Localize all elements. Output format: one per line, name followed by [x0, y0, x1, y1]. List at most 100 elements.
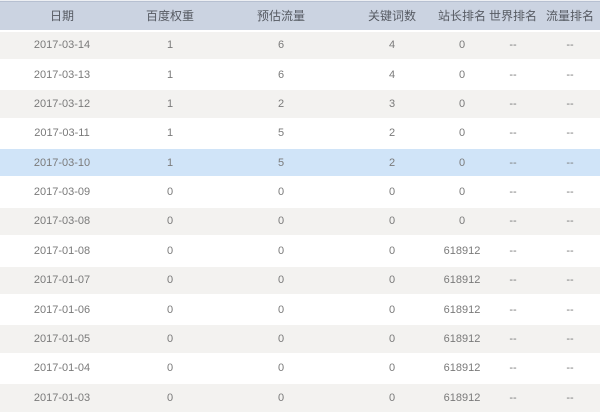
column-header-baidu-weight: 百度权重: [124, 1, 216, 31]
table-cell-date: 2017-03-09: [0, 177, 124, 206]
table-cell-world-rank: --: [486, 177, 540, 206]
table-cell-keyword-count: 2: [346, 119, 438, 148]
column-header-date: 日期: [0, 1, 124, 31]
table-cell-zhanzhang-rank: 0: [438, 89, 486, 118]
table-cell-world-rank: --: [486, 383, 540, 412]
table-cell-world-rank: --: [486, 295, 540, 324]
table-cell-traffic-rank: --: [540, 295, 600, 324]
header-row: 日期百度权重预估流量关键词数站长排名世界排名流量排名: [0, 1, 600, 31]
table-cell-baidu-weight: 0: [124, 354, 216, 383]
rank-history-table: 日期百度权重预估流量关键词数站长排名世界排名流量排名 2017-03-14164…: [0, 0, 600, 412]
table-cell-est-traffic: 6: [216, 60, 346, 89]
table-cell-keyword-count: 4: [346, 31, 438, 60]
table-row[interactable]: 2017-03-141640----: [0, 31, 600, 60]
table-cell-keyword-count: 3: [346, 89, 438, 118]
table-cell-est-traffic: 0: [216, 295, 346, 324]
table-cell-world-rank: --: [486, 354, 540, 383]
table-cell-zhanzhang-rank: 618912: [438, 354, 486, 383]
table-cell-baidu-weight: 1: [124, 148, 216, 177]
table-cell-traffic-rank: --: [540, 148, 600, 177]
table-cell-world-rank: --: [486, 119, 540, 148]
table-cell-keyword-count: 0: [346, 354, 438, 383]
table-cell-zhanzhang-rank: 0: [438, 31, 486, 60]
table-cell-date: 2017-03-10: [0, 148, 124, 177]
table-cell-est-traffic: 0: [216, 177, 346, 206]
table-cell-date: 2017-01-08: [0, 236, 124, 265]
table-cell-baidu-weight: 1: [124, 31, 216, 60]
table-cell-keyword-count: 0: [346, 383, 438, 412]
table-cell-zhanzhang-rank: 0: [438, 207, 486, 236]
table-cell-zhanzhang-rank: 0: [438, 60, 486, 89]
table-cell-zhanzhang-rank: 618912: [438, 383, 486, 412]
table-cell-baidu-weight: 0: [124, 236, 216, 265]
table-cell-est-traffic: 0: [216, 266, 346, 295]
table-cell-world-rank: --: [486, 207, 540, 236]
table-cell-zhanzhang-rank: 0: [438, 148, 486, 177]
table-cell-date: 2017-01-06: [0, 295, 124, 324]
table-row[interactable]: 2017-01-06000618912----: [0, 295, 600, 324]
table-body: 2017-03-141640----2017-03-131640----2017…: [0, 31, 600, 413]
table-cell-baidu-weight: 0: [124, 266, 216, 295]
table-cell-keyword-count: 0: [346, 236, 438, 265]
table-cell-baidu-weight: 1: [124, 89, 216, 118]
table-cell-baidu-weight: 0: [124, 383, 216, 412]
table-cell-date: 2017-01-03: [0, 383, 124, 412]
table-cell-traffic-rank: --: [540, 60, 600, 89]
table-cell-date: 2017-03-14: [0, 31, 124, 60]
table-cell-traffic-rank: --: [540, 324, 600, 353]
table-cell-traffic-rank: --: [540, 236, 600, 265]
table-cell-zhanzhang-rank: 618912: [438, 266, 486, 295]
table-cell-world-rank: --: [486, 148, 540, 177]
column-header-traffic-rank: 流量排名: [540, 1, 600, 31]
table-row[interactable]: 2017-03-080000----: [0, 207, 600, 236]
table-cell-world-rank: --: [486, 60, 540, 89]
table-row[interactable]: 2017-01-03000618912----: [0, 383, 600, 412]
table-row[interactable]: 2017-01-08000618912----: [0, 236, 600, 265]
table-cell-zhanzhang-rank: 618912: [438, 236, 486, 265]
table-cell-est-traffic: 0: [216, 383, 346, 412]
table-cell-date: 2017-03-08: [0, 207, 124, 236]
table-cell-keyword-count: 0: [346, 324, 438, 353]
table-cell-keyword-count: 0: [346, 177, 438, 206]
table-cell-baidu-weight: 0: [124, 177, 216, 206]
table-cell-date: 2017-03-11: [0, 119, 124, 148]
table-cell-traffic-rank: --: [540, 89, 600, 118]
table-cell-est-traffic: 5: [216, 119, 346, 148]
table-cell-keyword-count: 4: [346, 60, 438, 89]
table-row[interactable]: 2017-01-07000618912----: [0, 266, 600, 295]
table-cell-traffic-rank: --: [540, 31, 600, 60]
table-row[interactable]: 2017-03-121230----: [0, 89, 600, 118]
table-cell-keyword-count: 0: [346, 295, 438, 324]
table-cell-est-traffic: 0: [216, 324, 346, 353]
table-cell-est-traffic: 5: [216, 148, 346, 177]
table-cell-traffic-rank: --: [540, 383, 600, 412]
table-cell-traffic-rank: --: [540, 177, 600, 206]
table-cell-traffic-rank: --: [540, 354, 600, 383]
table-cell-date: 2017-01-05: [0, 324, 124, 353]
table-cell-baidu-weight: 1: [124, 119, 216, 148]
table-cell-baidu-weight: 0: [124, 324, 216, 353]
table-cell-est-traffic: 0: [216, 207, 346, 236]
table-header: 日期百度权重预估流量关键词数站长排名世界排名流量排名: [0, 1, 600, 31]
table-cell-est-traffic: 0: [216, 236, 346, 265]
table-row[interactable]: 2017-03-131640----: [0, 60, 600, 89]
table-cell-date: 2017-01-04: [0, 354, 124, 383]
table-cell-world-rank: --: [486, 89, 540, 118]
table-cell-baidu-weight: 1: [124, 60, 216, 89]
column-header-keyword-count: 关键词数: [346, 1, 438, 31]
table-cell-keyword-count: 2: [346, 148, 438, 177]
table-cell-est-traffic: 2: [216, 89, 346, 118]
table-row[interactable]: 2017-01-04000618912----: [0, 354, 600, 383]
rank-history-panel: 日期百度权重预估流量关键词数站长排名世界排名流量排名 2017-03-14164…: [0, 0, 600, 413]
table-cell-zhanzhang-rank: 618912: [438, 324, 486, 353]
table-row[interactable]: 2017-03-111520----: [0, 119, 600, 148]
table-cell-traffic-rank: --: [540, 207, 600, 236]
table-cell-keyword-count: 0: [346, 266, 438, 295]
table-row[interactable]: 2017-01-05000618912----: [0, 324, 600, 353]
table-row[interactable]: 2017-03-101520----: [0, 148, 600, 177]
table-row[interactable]: 2017-03-090000----: [0, 177, 600, 206]
table-cell-est-traffic: 6: [216, 31, 346, 60]
table-cell-zhanzhang-rank: 0: [438, 177, 486, 206]
table-cell-date: 2017-01-07: [0, 266, 124, 295]
column-header-est-traffic: 预估流量: [216, 1, 346, 31]
